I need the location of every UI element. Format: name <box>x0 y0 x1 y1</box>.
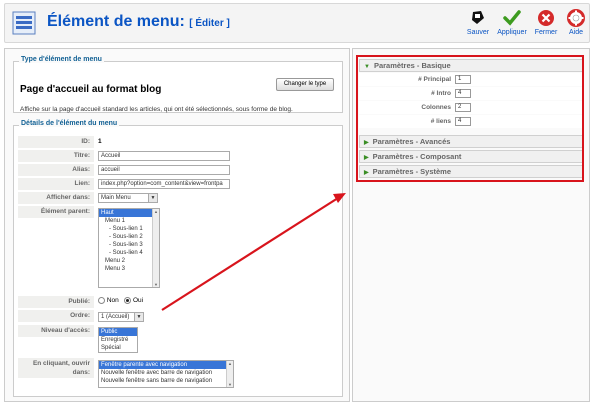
title-input[interactable]: Accueil <box>98 151 230 161</box>
access-option[interactable]: Enregistré <box>99 336 137 344</box>
params-advanced-title: Paramètres - Avancés <box>372 137 451 146</box>
param-label: # Principal <box>418 76 451 83</box>
access-option[interactable]: Spécial <box>99 344 137 352</box>
param-row: # Intro 4 <box>359 87 583 100</box>
params-system-header[interactable]: ▶ Paramètres - Système <box>359 165 583 178</box>
save-icon <box>472 11 484 24</box>
params-basic-header[interactable]: ▼ Paramètres - Basique <box>359 59 583 72</box>
change-type-button[interactable]: Changer le type <box>276 78 334 91</box>
click-option[interactable]: Fenêtre parente avec navigation <box>99 361 233 369</box>
access-label: Niveau d'accès: <box>18 325 94 337</box>
triangle-right-icon: ▶ <box>364 155 369 161</box>
param-row: # Principal 1 <box>359 73 583 86</box>
close-button[interactable]: Fermer <box>531 9 561 36</box>
params-basic-title: Paramètres - Basique <box>373 61 451 70</box>
param-input[interactable]: 2 <box>455 103 471 112</box>
save-button-label: Sauver <box>466 29 490 36</box>
params-component-header[interactable]: ▶ Paramètres - Composant <box>359 150 583 163</box>
menu-item-icon <box>11 9 39 37</box>
params-component-title: Paramètres - Composant <box>372 152 462 161</box>
apply-checkmark-icon <box>503 10 521 26</box>
published-yes-radio[interactable] <box>124 297 132 304</box>
param-label: # liens <box>430 118 451 125</box>
parent-option[interactable]: - Sous-lien 4 <box>99 249 159 257</box>
save-button[interactable]: Sauver <box>463 9 493 36</box>
published-yes-label: Oui <box>132 297 144 305</box>
published-radios: Non Oui <box>98 297 143 304</box>
help-lifebuoy-icon <box>567 9 585 27</box>
triangle-right-icon: ▶ <box>364 170 369 176</box>
param-input[interactable]: 4 <box>455 89 471 98</box>
order-select[interactable]: 1 (Accueil) ▼ <box>98 312 144 322</box>
left-panel: Type d'élément de menu Page d'accueil au… <box>4 48 350 402</box>
published-no-radio[interactable] <box>98 297 105 304</box>
type-fieldset: Type d'élément de menu Page d'accueil au… <box>13 56 343 113</box>
details-legend: Détails de l'élément du menu <box>19 120 120 127</box>
show-in-label: Afficher dans: <box>18 192 94 204</box>
link-input[interactable]: index.php?option=com_content&view=frontp… <box>98 179 230 189</box>
param-row: Colonnes 2 <box>359 101 583 114</box>
params-system-title: Paramètres - Système <box>372 167 452 176</box>
param-row: # liens 4 <box>359 115 583 128</box>
chevron-down-icon: ▼ <box>134 313 143 321</box>
click-option[interactable]: Nouvelle fenêtre avec barre de navigatio… <box>99 369 233 377</box>
link-label: Lien: <box>18 178 94 190</box>
alias-label: Alias: <box>18 164 94 176</box>
parent-option[interactable]: Menu 3 <box>99 265 159 273</box>
page-title: Élément de menu: [ Éditer ] <box>47 13 230 31</box>
published-label: Publié: <box>18 296 94 308</box>
params-advanced-header[interactable]: ▶ Paramètres - Avancés <box>359 135 583 148</box>
param-label: # Intro <box>431 90 451 97</box>
order-value: 1 (Accueil) <box>101 314 130 320</box>
order-label: Ordre: <box>18 310 94 322</box>
parent-listbox-scrollbar[interactable] <box>152 209 159 287</box>
click-open-label: En cliquant, ouvrir dans: <box>18 358 94 378</box>
details-fieldset: Détails de l'élément du menu ID: 1 Titre… <box>13 120 343 397</box>
type-description: Affiche sur la page d'accueil standard l… <box>20 106 293 113</box>
triangle-down-icon: ▼ <box>364 64 370 70</box>
triangle-right-icon: ▶ <box>364 140 369 146</box>
close-icon <box>538 10 554 26</box>
parent-listbox[interactable]: Haut Menu 1 - Sous-lien 1 - Sous-lien 2 … <box>98 208 160 288</box>
parent-option[interactable]: Menu 2 <box>99 257 159 265</box>
param-label: Colonnes <box>421 104 451 111</box>
type-legend: Type d'élément de menu <box>19 56 104 63</box>
click-open-scrollbar[interactable] <box>226 361 233 387</box>
parent-option[interactable]: - Sous-lien 1 <box>99 225 159 233</box>
help-button-label: Aide <box>568 29 583 36</box>
apply-button[interactable]: Appliquer <box>497 9 527 36</box>
toolbar-header: Élément de menu: [ Éditer ] Sauver Appli… <box>4 3 590 43</box>
parent-option[interactable]: Haut <box>99 209 159 217</box>
chevron-down-icon: ▼ <box>148 194 157 202</box>
type-title: Page d'accueil au format blog <box>20 84 162 95</box>
show-in-select[interactable]: Main Menu ▼ <box>98 193 158 203</box>
access-option[interactable]: Public <box>99 328 137 336</box>
parent-option[interactable]: Menu 1 <box>99 217 159 225</box>
help-button[interactable]: Aide <box>561 9 591 36</box>
id-value: 1 <box>98 138 102 145</box>
apply-button-label: Appliquer <box>497 29 527 36</box>
param-input[interactable]: 1 <box>455 75 471 84</box>
access-listbox[interactable]: Public Enregistré Spécial <box>98 327 138 353</box>
click-option[interactable]: Nouvelle fenêtre sans barre de navigatio… <box>99 377 233 385</box>
param-input[interactable]: 4 <box>455 117 471 126</box>
right-panel: ▼ Paramètres - Basique # Principal 1 # In… <box>352 48 590 402</box>
page-title-text: Élément de menu: <box>47 13 185 30</box>
show-in-value: Main Menu <box>101 195 131 201</box>
page-subtitle: [ Éditer ] <box>189 18 230 29</box>
parent-option[interactable]: - Sous-lien 2 <box>99 233 159 241</box>
title-label: Titre: <box>18 150 94 162</box>
published-no-label: Non <box>106 297 119 305</box>
id-label: ID: <box>18 136 94 148</box>
close-button-label: Fermer <box>534 29 558 36</box>
parent-option[interactable]: - Sous-lien 3 <box>99 241 159 249</box>
alias-input[interactable]: accueil <box>98 165 230 175</box>
parent-label: Élément parent: <box>18 206 94 218</box>
click-open-listbox[interactable]: Fenêtre parente avec navigation Nouvelle… <box>98 360 234 388</box>
